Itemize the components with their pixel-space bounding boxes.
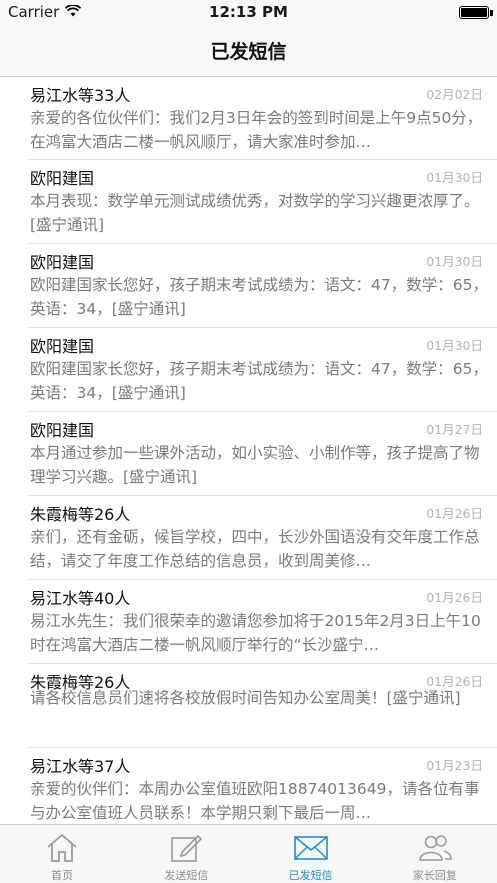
sent-messages-list[interactable]: 易江水等33人 02月02日亲爱的各位伙伴们：我们2月3日年会的签到时间是上午9点… xyxy=(0,77,497,824)
message-preview: 亲爱的伙伴们：本周办公室值班欧阳18874013649，请各位有事与办公室值班人… xyxy=(30,780,480,822)
recipient-name: 欧阳建国 xyxy=(30,253,95,272)
recipient-name: 朱霞梅等26人 xyxy=(30,505,131,524)
home-icon xyxy=(45,832,79,864)
message-row[interactable]: 朱霞梅等26人 01月26日 请各校信息员们速将各校放假时间告知办公室周美！[盛宁通… xyxy=(0,664,497,748)
tab-label: 首页 xyxy=(51,869,74,882)
battery-level xyxy=(461,8,487,17)
message-date: 01月30日 xyxy=(426,170,483,185)
tab-contacts[interactable]: 家长回复 xyxy=(373,825,497,883)
message-preview: 亲们，还有金砺，候旨学校，四中，长沙外国语没有交年度工作总结，请交了年度工作总结… xyxy=(30,528,480,570)
envelope-icon xyxy=(293,832,329,864)
compose-icon xyxy=(169,832,203,864)
message-date: 02月02日 xyxy=(426,87,483,102)
message-preview: 易江水先生：我们很荣幸的邀请您参加将于2015年2月3日上午10时在鸿富大酒店二… xyxy=(30,612,481,654)
tab-label: 已发短信 xyxy=(288,869,333,882)
recipient-name: 易江水等40人 xyxy=(30,589,131,608)
message-row[interactable]: 朱霞梅等26人 01月26日亲们，还有金砺，候旨学校，四中，长沙外国语没有交年度工… xyxy=(0,496,497,580)
page-title: 已发短信 xyxy=(210,40,287,63)
message-row[interactable]: 易江水等40人 01月26日易江水先生：我们很荣幸的邀请您参加将于2015年2月3… xyxy=(0,580,497,664)
message-row[interactable]: 欧阳建国 01月27日本月通过参加一些课外活动，如小实验、小制作等，孩子提高了物理… xyxy=(0,412,497,496)
message-row[interactable]: 欧阳建国 01月30日本月表现：数学单元测试成绩优秀，对数学的学习兴趣更浓厚了。[… xyxy=(0,160,497,244)
recipient-name: 欧阳建国 xyxy=(30,421,95,440)
message-row[interactable]: 易江水等33人 02月02日亲爱的各位伙伴们：我们2月3日年会的签到时间是上午9点… xyxy=(0,77,497,160)
recipient-name: 易江水等37人 xyxy=(30,757,131,776)
tab-envelope[interactable]: 已发短信 xyxy=(249,825,373,883)
message-date: 01月30日 xyxy=(426,254,483,269)
status-time: 12:13 PM xyxy=(209,3,288,21)
message-row[interactable]: 易江水等37人 01月23日亲爱的伙伴们：本周办公室值班欧阳18874013649… xyxy=(0,748,497,824)
tab-compose[interactable]: 发送短信 xyxy=(124,825,248,883)
battery-tip xyxy=(490,10,493,16)
message-row[interactable]: 欧阳建国 01月30日欧阳建国家长您好，孩子期末考试成绩为：语文：47，数学：65… xyxy=(0,244,497,328)
tab-home[interactable]: 首页 xyxy=(0,825,124,883)
message-preview: 欧阳建国家长您好，孩子期末考试成绩为：语文：47，数学：65，英语：34，[盛宁… xyxy=(30,360,488,402)
tab-label: 家长回复 xyxy=(412,869,457,882)
status-bar: Carrier 12:13 PM xyxy=(0,0,497,24)
navigation-bar: 已发短信 xyxy=(0,24,497,77)
tab-label: 发送短信 xyxy=(164,869,209,882)
message-date: 01月23日 xyxy=(426,758,483,773)
tab-bar: 首页 发送短信 已发短信 家长回复 xyxy=(0,824,497,883)
battery-icon xyxy=(459,6,489,19)
message-preview: 请各校信息员们速将各校放假时间告知办公室周美！[盛宁通讯] xyxy=(30,689,461,707)
recipient-name: 欧阳建国 xyxy=(30,337,95,356)
message-date: 01月30日 xyxy=(426,338,483,353)
message-preview: 亲爱的各位伙伴们：我们2月3日年会的签到时间是上午9点50分，在鸿富大酒店二楼一… xyxy=(30,109,483,151)
contacts-icon xyxy=(417,832,453,864)
message-date: 01月26日 xyxy=(426,590,483,605)
message-date: 01月27日 xyxy=(426,422,483,437)
message-preview: 欧阳建国家长您好，孩子期末考试成绩为：语文：47，数学：65，英语：34，[盛宁… xyxy=(30,276,488,318)
message-preview: 本月通过参加一些课外活动，如小实验、小制作等，孩子提高了物理学习兴趣。[盛宁通讯… xyxy=(30,444,480,486)
recipient-name: 欧阳建国 xyxy=(30,169,95,188)
message-date: 01月26日 xyxy=(426,506,483,521)
message-preview: 本月表现：数学单元测试成绩优秀，对数学的学习兴趣更浓厚了。[盛宁通讯] xyxy=(30,192,480,234)
recipient-name: 易江水等33人 xyxy=(30,86,131,105)
message-row[interactable]: 欧阳建国 01月30日欧阳建国家长您好，孩子期末考试成绩为：语文：47，数学：65… xyxy=(0,328,497,412)
